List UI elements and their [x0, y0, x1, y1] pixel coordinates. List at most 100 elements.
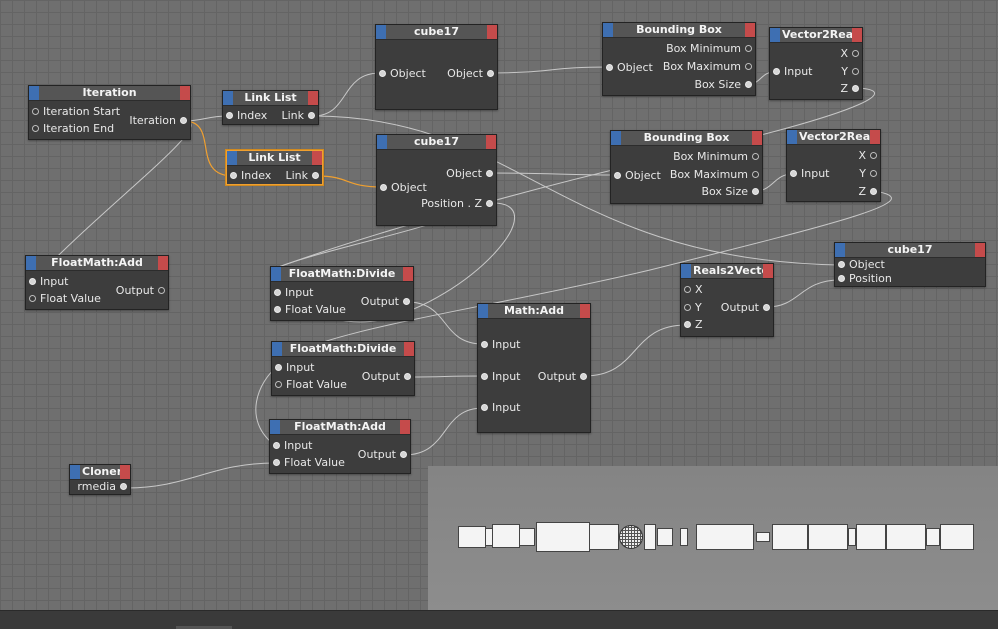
port-object-in[interactable]: Object [838, 258, 885, 272]
port-dot[interactable] [120, 483, 127, 490]
node-header[interactable]: Math:Add [478, 304, 590, 319]
port-iteration-end[interactable]: Iteration End [32, 122, 114, 136]
port-dot[interactable] [481, 341, 488, 348]
port-dot[interactable] [403, 298, 410, 305]
port-dot[interactable] [852, 85, 859, 92]
port-output[interactable]: Output [116, 284, 165, 298]
port-rmedia[interactable]: rmedia [77, 480, 127, 494]
port-position-in[interactable]: Position [838, 272, 892, 286]
port-link[interactable]: Link [281, 109, 315, 123]
port-dot[interactable] [308, 112, 315, 119]
port-dot[interactable] [404, 373, 411, 380]
node-header[interactable]: Bounding Box [603, 23, 755, 38]
port-dot[interactable] [870, 188, 877, 195]
port-dot[interactable] [274, 306, 281, 313]
node-header[interactable]: FloatMath:Divide [271, 267, 413, 282]
port-input-3[interactable]: Input [481, 401, 520, 415]
port-dot[interactable] [684, 321, 691, 328]
port-input-2[interactable]: Input [481, 370, 520, 384]
node-header[interactable]: FloatMath:Add [26, 256, 168, 271]
port-dot[interactable] [29, 278, 36, 285]
node-header[interactable]: Vector2Reals [770, 28, 862, 43]
port-dot[interactable] [487, 70, 494, 77]
port-input[interactable]: Input [29, 275, 68, 289]
port-dot[interactable] [400, 451, 407, 458]
port-dot[interactable] [274, 289, 281, 296]
port-input[interactable]: Input [273, 439, 312, 453]
port-output[interactable]: Output [358, 448, 407, 462]
node-header[interactable]: FloatMath:Add [270, 420, 410, 435]
port-link[interactable]: Link [285, 169, 319, 183]
node-header[interactable]: Vector2Reals [787, 130, 880, 145]
port-iteration-start[interactable]: Iteration Start [32, 105, 120, 119]
port-box-maximum[interactable]: Box Maximum [670, 168, 759, 182]
node-header[interactable]: cube17 [376, 25, 497, 40]
port-x[interactable]: X [858, 149, 877, 163]
port-dot[interactable] [486, 200, 493, 207]
port-input-1[interactable]: Input [481, 338, 520, 352]
node-header[interactable]: Iteration [29, 86, 190, 101]
port-dot[interactable] [852, 50, 859, 57]
port-object-out[interactable]: Object [446, 167, 493, 181]
port-input[interactable]: Input [773, 65, 812, 79]
port-dot[interactable] [481, 373, 488, 380]
port-z[interactable]: Z [858, 185, 877, 199]
port-dot[interactable] [684, 304, 691, 311]
port-y[interactable]: Y [841, 65, 859, 79]
port-dot[interactable] [486, 170, 493, 177]
node-cloner[interactable]: Cloner rmedia [69, 464, 131, 495]
port-dot[interactable] [29, 295, 36, 302]
port-dot[interactable] [684, 286, 691, 293]
node-header[interactable]: Link List [223, 91, 318, 106]
port-dot[interactable] [32, 108, 39, 115]
port-dot[interactable] [580, 373, 587, 380]
node-cube17-a[interactable]: cube17 Object Object [375, 24, 498, 110]
port-box-minimum[interactable]: Box Minimum [673, 150, 759, 164]
port-object-in[interactable]: Object [606, 61, 653, 75]
port-input[interactable]: Input [275, 361, 314, 375]
port-dot[interactable] [752, 153, 759, 160]
node-reals2vector[interactable]: Reals2Vector X Y Z Output [680, 263, 774, 337]
node-iteration[interactable]: Iteration Iteration Start Iteration End … [28, 85, 191, 140]
node-header[interactable]: Link List [227, 151, 322, 166]
port-dot[interactable] [226, 112, 233, 119]
port-dot[interactable] [838, 261, 845, 268]
port-dot[interactable] [838, 275, 845, 282]
port-box-minimum[interactable]: Box Minimum [666, 42, 752, 56]
port-dot[interactable] [273, 459, 280, 466]
port-output[interactable]: Output [361, 295, 410, 309]
port-y[interactable]: Y [684, 301, 702, 315]
port-dot[interactable] [312, 172, 319, 179]
node-header[interactable]: Bounding Box [611, 131, 762, 146]
node-cube17-b[interactable]: cube17 Object Object Position . Z [376, 134, 497, 226]
port-index[interactable]: Index [230, 169, 271, 183]
port-dot[interactable] [158, 287, 165, 294]
node-math-add[interactable]: Math:Add Input Input Input Output [477, 303, 591, 433]
node-floatmath-add-1[interactable]: FloatMath:Add Input Float Value Output [25, 255, 169, 310]
node-vector2reals-1[interactable]: Vector2Reals Input X Y Z [769, 27, 863, 100]
port-dot[interactable] [380, 184, 387, 191]
port-input[interactable]: Input [274, 286, 313, 300]
port-object-in[interactable]: Object [614, 169, 661, 183]
port-output[interactable]: Output [721, 301, 770, 315]
port-dot[interactable] [273, 442, 280, 449]
port-output[interactable]: Output [538, 370, 587, 384]
port-dot[interactable] [275, 364, 282, 371]
node-vector2reals-2[interactable]: Vector2Reals Input X Y Z [786, 129, 881, 202]
port-float-value[interactable]: Float Value [273, 456, 345, 470]
port-dot[interactable] [614, 172, 621, 179]
port-x[interactable]: X [684, 283, 703, 297]
port-box-maximum[interactable]: Box Maximum [663, 60, 752, 74]
port-input[interactable]: Input [790, 167, 829, 181]
port-dot[interactable] [275, 381, 282, 388]
port-z[interactable]: Z [684, 318, 703, 332]
port-dot[interactable] [752, 188, 759, 195]
port-index[interactable]: Index [226, 109, 267, 123]
port-dot[interactable] [763, 304, 770, 311]
port-float-value[interactable]: Float Value [29, 292, 101, 306]
node-header[interactable]: cube17 [835, 243, 985, 258]
port-box-size[interactable]: Box Size [701, 185, 759, 199]
port-object-out[interactable]: Object [447, 67, 494, 81]
node-floatmath-divide-2[interactable]: FloatMath:Divide Input Float Value Outpu… [271, 341, 415, 396]
port-box-size[interactable]: Box Size [694, 78, 752, 92]
